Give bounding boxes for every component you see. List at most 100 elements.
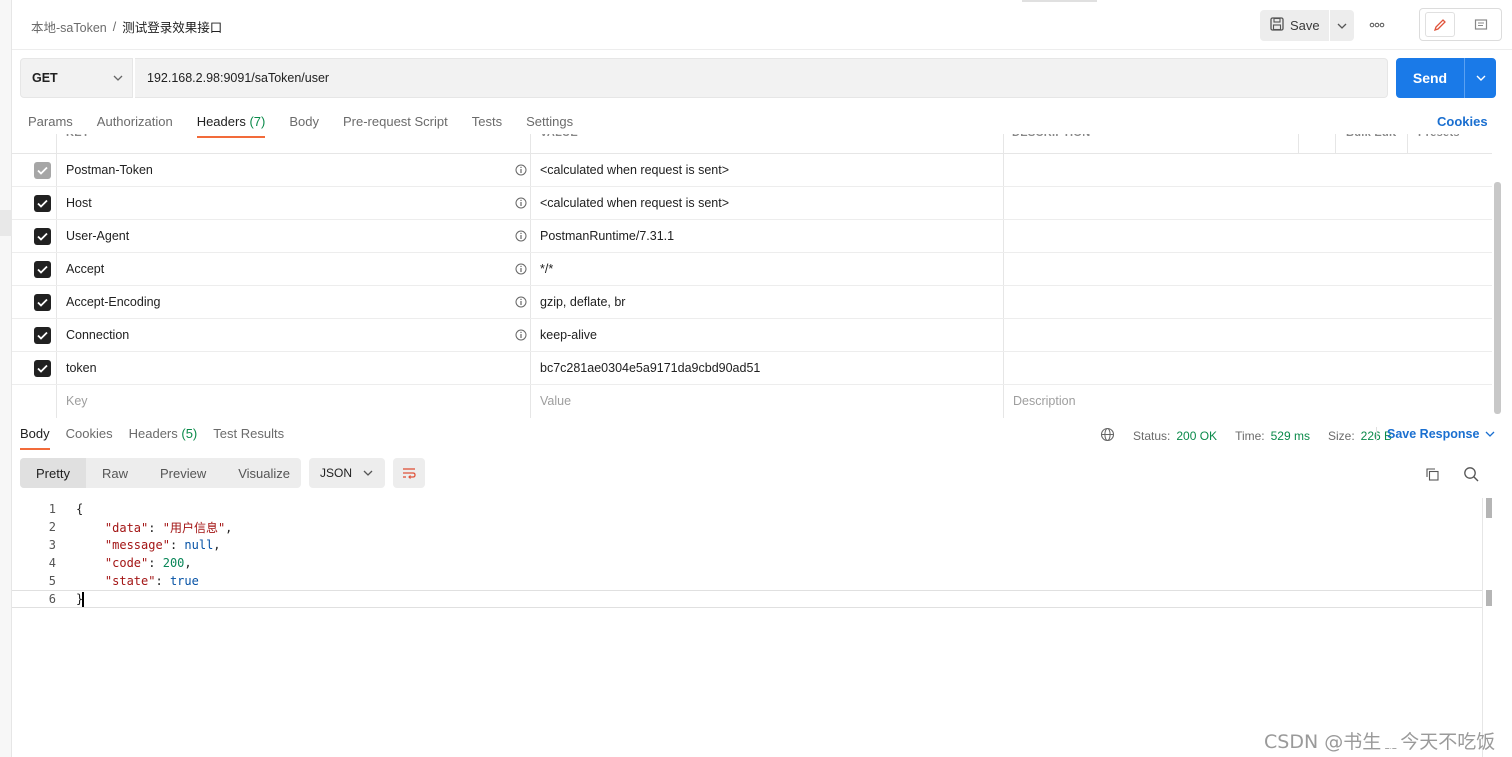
code-text: { xyxy=(76,502,84,516)
header-value[interactable]: */* xyxy=(540,262,553,276)
table-row: Connection keep-alive xyxy=(12,319,1492,352)
column-options-button[interactable]: ••• xyxy=(1309,134,1321,147)
status-value[interactable]: 200 OK xyxy=(1176,429,1217,443)
header-value[interactable]: bc7c281ae0304e5a9171da9cbd90ad51 xyxy=(540,361,760,375)
search-button[interactable] xyxy=(1461,464,1481,484)
table-row: token bc7c281ae0304e5a9171da9cbd90ad51 xyxy=(12,352,1492,385)
row-checkbox[interactable] xyxy=(34,228,51,245)
code-line: 1 { xyxy=(12,500,1482,518)
new-key-input[interactable]: Key xyxy=(66,394,88,408)
headers-count: (7) xyxy=(249,114,266,129)
new-header-row: Key Value Description xyxy=(12,385,1492,418)
header-key[interactable]: Host xyxy=(66,196,92,210)
row-checkbox[interactable] xyxy=(34,195,51,212)
method-select[interactable]: GET xyxy=(20,58,133,98)
more-actions-button[interactable] xyxy=(1368,17,1386,33)
breadcrumb-collection[interactable]: 本地-saToken xyxy=(31,17,107,36)
info-circle-icon[interactable] xyxy=(514,295,528,309)
presets-button[interactable]: Presets xyxy=(1418,134,1460,147)
time-value[interactable]: 529 ms xyxy=(1271,429,1310,443)
tab-response-cookies[interactable]: Cookies xyxy=(66,426,113,450)
chevron-down-icon xyxy=(363,470,373,476)
header-value[interactable]: gzip, deflate, br xyxy=(540,295,625,309)
check-icon xyxy=(37,265,48,274)
info-circle-icon[interactable] xyxy=(514,328,528,342)
new-value-input[interactable]: Value xyxy=(540,394,571,408)
code-line: 5 "state": true xyxy=(12,572,1482,590)
header-value[interactable]: keep-alive xyxy=(540,328,597,342)
row-checkbox[interactable] xyxy=(34,294,51,311)
view-visualize[interactable]: Visualize xyxy=(222,458,306,488)
column-key: KEY xyxy=(66,134,90,147)
new-description-input[interactable]: Description xyxy=(1013,394,1076,408)
time-label: Time: xyxy=(1235,429,1265,443)
headers-scrollbar[interactable] xyxy=(1494,182,1501,414)
format-select[interactable]: JSON xyxy=(309,458,385,488)
column-divider xyxy=(1298,134,1299,153)
code-text: "message": null, xyxy=(104,538,221,552)
row-checkbox[interactable] xyxy=(34,261,51,278)
line-number: 1 xyxy=(48,502,56,516)
wrap-lines-button[interactable] xyxy=(393,458,425,488)
header-value[interactable]: <calculated when request is sent> xyxy=(540,196,729,210)
code-text: "code": 200, xyxy=(104,556,192,570)
save-options-caret[interactable] xyxy=(1328,10,1354,41)
header-value[interactable]: PostmanRuntime/7.31.1 xyxy=(540,229,674,243)
header-key[interactable]: Accept xyxy=(66,262,104,276)
header-key[interactable]: Postman-Token xyxy=(66,163,153,177)
code-line-current: 6 } xyxy=(12,590,1482,608)
response-meta: Status: 200 OK Time: 529 ms Size: 226 B xyxy=(1100,427,1392,445)
editor-scrollbar[interactable] xyxy=(1486,498,1492,518)
cookies-link[interactable]: Cookies xyxy=(1437,114,1488,129)
save-button[interactable]: Save xyxy=(1260,10,1329,41)
bulk-edit-button[interactable]: Bulk Edit xyxy=(1346,134,1396,147)
info-circle-icon[interactable] xyxy=(514,229,528,243)
code-text: "state": true xyxy=(104,574,199,588)
check-icon xyxy=(37,232,48,241)
save-response-button[interactable]: Save Response xyxy=(1376,427,1495,441)
code-line: 4 "code": 200, xyxy=(12,554,1482,572)
edit-mode-button[interactable] xyxy=(1425,12,1456,37)
send-options-caret[interactable] xyxy=(1464,58,1496,98)
check-icon xyxy=(37,364,48,373)
tab-response-headers[interactable]: Headers (5) xyxy=(129,426,198,450)
row-checkbox[interactable] xyxy=(34,327,51,344)
copy-button[interactable] xyxy=(1422,464,1442,484)
header-key[interactable]: User-Agent xyxy=(66,229,129,243)
response-tabs: Body Cookies Headers (5) Test Results xyxy=(20,426,284,450)
response-body-editor[interactable]: 1 { 2 "data": "用户信息", 3 "message": null,… xyxy=(12,498,1482,757)
url-input[interactable] xyxy=(135,58,1388,98)
column-description: DESCRIPTION xyxy=(1012,134,1090,147)
watermark: CSDN @书生﹎今天不吃饭 xyxy=(1264,731,1496,753)
header-key[interactable]: Accept-Encoding xyxy=(66,295,161,309)
tab-test-results[interactable]: Test Results xyxy=(213,426,284,450)
info-circle-icon[interactable] xyxy=(514,163,528,177)
info-circle-icon[interactable] xyxy=(514,262,528,276)
comments-button[interactable] xyxy=(1466,12,1496,37)
view-raw[interactable]: Raw xyxy=(86,458,144,488)
line-number: 5 xyxy=(48,574,56,588)
code-text: "data": "用户信息", xyxy=(104,520,233,535)
row-checkbox[interactable] xyxy=(34,162,51,179)
editor-scrollbar-marker xyxy=(1486,590,1492,606)
format-value: JSON xyxy=(320,466,353,480)
check-icon xyxy=(37,199,48,208)
breadcrumb-separator: / xyxy=(112,19,117,34)
left-sidebar-rail xyxy=(0,0,12,757)
editor-scroll-track xyxy=(1482,498,1483,757)
chevron-down-icon xyxy=(1476,75,1485,81)
breadcrumb-request-name[interactable]: 测试登录效果接口 xyxy=(122,17,222,36)
header-key[interactable]: token xyxy=(66,361,97,375)
globe-icon[interactable] xyxy=(1100,427,1115,445)
info-circle-icon[interactable] xyxy=(514,196,528,210)
code-text: } xyxy=(76,591,85,607)
check-icon xyxy=(37,331,48,340)
view-preview[interactable]: Preview xyxy=(144,458,222,488)
view-pretty[interactable]: Pretty xyxy=(20,458,86,488)
header-value[interactable]: <calculated when request is sent> xyxy=(540,163,729,177)
tab-response-body[interactable]: Body xyxy=(20,426,50,450)
row-checkbox[interactable] xyxy=(34,360,51,377)
send-button[interactable]: Send xyxy=(1396,58,1464,98)
header-key[interactable]: Connection xyxy=(66,328,129,342)
breadcrumb: 本地-saToken / 测试登录效果接口 xyxy=(31,17,222,36)
